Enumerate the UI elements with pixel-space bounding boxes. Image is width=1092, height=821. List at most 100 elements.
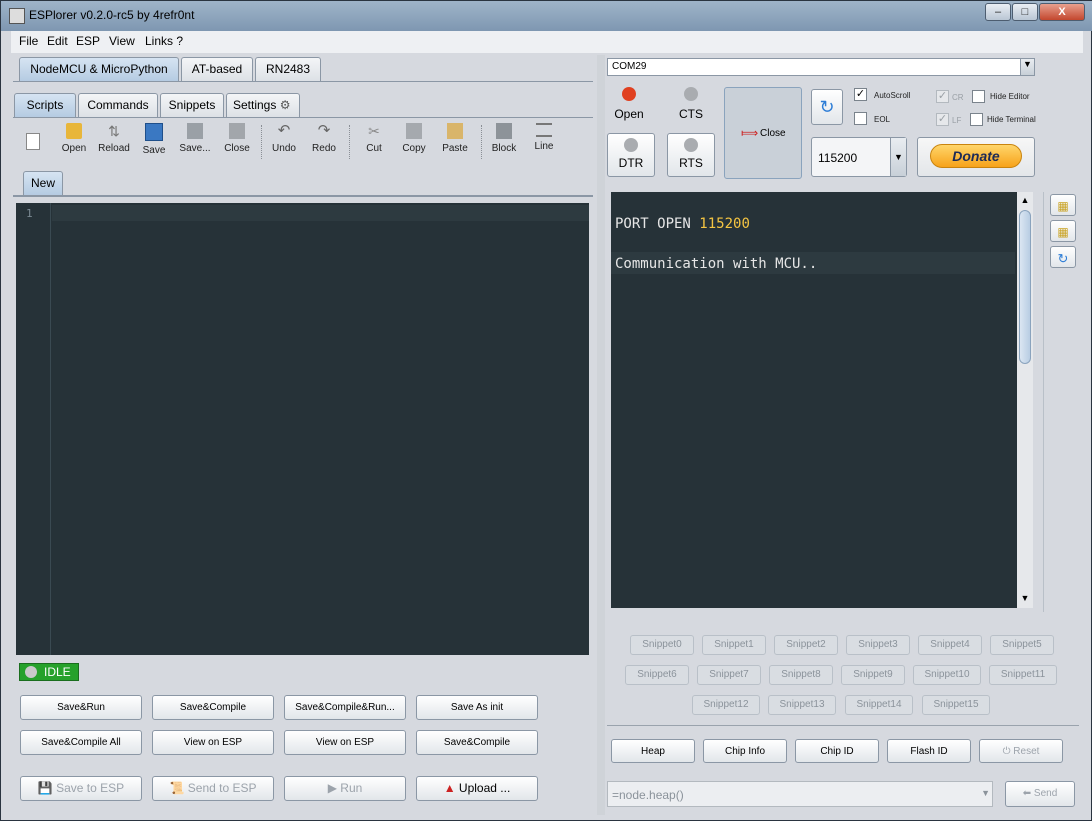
- snippet-button[interactable]: Snippet4: [918, 635, 982, 655]
- scrollbar-thumb[interactable]: [1019, 210, 1031, 364]
- clear-terminal-button[interactable]: ▦: [1050, 194, 1076, 216]
- snippet-button[interactable]: Snippet11: [989, 665, 1057, 685]
- eol-checkbox[interactable]: [854, 112, 867, 125]
- send-to-esp-button[interactable]: 📜 Send to ESP: [152, 776, 274, 801]
- cr-checkbox[interactable]: ✓: [936, 90, 949, 103]
- reset-button[interactable]: ⏻ Reset: [979, 739, 1063, 763]
- maximize-button[interactable]: □: [1012, 3, 1038, 21]
- snippet-button[interactable]: Snippet14: [845, 695, 913, 715]
- minimize-button[interactable]: –: [985, 3, 1011, 21]
- view-on-esp-button[interactable]: View on ESP: [152, 730, 274, 755]
- save-to-esp-button[interactable]: 💾 Save to ESP: [20, 776, 142, 801]
- snippet-button[interactable]: Snippet7: [697, 665, 761, 685]
- terminal-scrollbar[interactable]: ▲ ▼: [1017, 192, 1033, 608]
- tab-nodemcu[interactable]: NodeMCU & MicroPython: [19, 57, 179, 81]
- autoscroll-label: AutoScroll: [874, 91, 911, 100]
- save-button[interactable]: Save: [137, 123, 171, 156]
- open-label: Open: [61, 143, 87, 154]
- port-select[interactable]: COM29 ▼: [607, 58, 1035, 76]
- snippet-button[interactable]: Snippet12: [692, 695, 760, 715]
- tab-snippets[interactable]: Snippets: [160, 93, 224, 117]
- close-port-label: Close: [760, 128, 786, 139]
- save-run-button[interactable]: Save&Run: [20, 695, 142, 720]
- autoscroll-checkbox[interactable]: ✓: [854, 88, 867, 101]
- redo-button[interactable]: ↷ Redo: [307, 123, 341, 155]
- disconnect-icon: ⟾: [741, 126, 759, 140]
- toolbar-separator: [481, 125, 482, 159]
- save-as-button[interactable]: Save...: [175, 123, 215, 154]
- snippet-button[interactable]: Snippet13: [768, 695, 836, 715]
- close-window-button[interactable]: X: [1039, 3, 1085, 21]
- port-value: COM29: [612, 61, 647, 72]
- snippet-button[interactable]: Snippet1: [702, 635, 766, 655]
- file-tab-new[interactable]: New: [23, 171, 63, 195]
- snippet-button[interactable]: Snippet0: [630, 635, 694, 655]
- code-editor[interactable]: 1: [16, 203, 589, 655]
- copy-button[interactable]: Copy: [397, 123, 431, 154]
- hide-terminal-checkbox[interactable]: [970, 113, 983, 126]
- save-as-init-button[interactable]: Save As init: [416, 695, 538, 720]
- snippet-button[interactable]: Snippet6: [625, 665, 689, 685]
- terminal-output[interactable]: PORT OPEN 115200 Communication with MCU.…: [611, 192, 1033, 608]
- cut-button[interactable]: ✂ Cut: [357, 123, 391, 154]
- refresh-icon: ↻: [819, 97, 835, 117]
- menu-view[interactable]: View: [109, 34, 135, 48]
- menu-links[interactable]: Links ?: [145, 34, 183, 48]
- flash-id-button[interactable]: Flash ID: [887, 739, 971, 763]
- refresh-ports-button[interactable]: ↻: [811, 89, 843, 125]
- chip-id-button[interactable]: Chip ID: [795, 739, 879, 763]
- open-button[interactable]: Open: [57, 123, 91, 154]
- snippet-button[interactable]: Snippet5: [990, 635, 1054, 655]
- tab-scripts[interactable]: Scripts: [14, 93, 76, 117]
- open-indicator[interactable]: Open: [609, 87, 649, 123]
- snippet-button[interactable]: Snippet3: [846, 635, 910, 655]
- undo-button[interactable]: ↶ Undo: [267, 123, 301, 155]
- close-port-button[interactable]: ⟾ Close: [724, 87, 802, 179]
- snippet-button[interactable]: Snippet9: [841, 665, 905, 685]
- command-input[interactable]: =node.heap() ▼: [607, 781, 993, 807]
- tab-at-based[interactable]: AT-based: [181, 57, 253, 81]
- rts-button[interactable]: RTS: [667, 133, 715, 177]
- snippet-button[interactable]: Snippet2: [774, 635, 838, 655]
- scroll-down-icon[interactable]: ▼: [1017, 590, 1033, 606]
- snippet-button[interactable]: Snippet8: [769, 665, 833, 685]
- save-compile-all-button[interactable]: Save&Compile All: [20, 730, 142, 755]
- heap-button[interactable]: Heap: [611, 739, 695, 763]
- line-comment-button[interactable]: Line: [527, 123, 561, 152]
- lf-checkbox[interactable]: ✓: [936, 113, 949, 126]
- save-compile-button-2[interactable]: Save&Compile: [416, 730, 538, 755]
- tab-commands[interactable]: Commands: [78, 93, 158, 117]
- chevron-down-icon: ▼: [981, 788, 990, 798]
- hide-editor-checkbox[interactable]: [972, 90, 985, 103]
- paste-button[interactable]: Paste: [437, 123, 473, 154]
- snippet-button[interactable]: Snippet10: [913, 665, 981, 685]
- upload-button[interactable]: ▲ Upload ...: [416, 776, 538, 801]
- save-compile-button[interactable]: Save&Compile: [152, 695, 274, 720]
- menu-edit[interactable]: Edit: [47, 34, 68, 48]
- tab-rn2483[interactable]: RN2483: [255, 57, 321, 81]
- dtr-button[interactable]: DTR: [607, 133, 655, 177]
- baud-select[interactable]: 115200 ▼: [811, 137, 907, 177]
- current-line-highlight: [52, 205, 589, 221]
- chip-info-button[interactable]: Chip Info: [703, 739, 787, 763]
- view-on-esp-button-2[interactable]: View on ESP: [284, 730, 406, 755]
- open-label: Open: [614, 107, 644, 121]
- copy-terminal-button[interactable]: ▦: [1050, 220, 1076, 242]
- snippet-button[interactable]: Snippet15: [922, 695, 990, 715]
- upload-icon: ▲: [443, 781, 456, 795]
- tab-settings[interactable]: Settings ⚙: [226, 93, 300, 117]
- run-button[interactable]: ▶ Run: [284, 776, 406, 801]
- menu-file[interactable]: File: [19, 34, 38, 48]
- reload-button[interactable]: ⇅ Reload: [95, 123, 133, 154]
- send-button[interactable]: ⬅ Send: [1005, 781, 1075, 807]
- menu-esp[interactable]: ESP: [76, 34, 100, 48]
- reconnect-icon: ↻: [1057, 251, 1069, 266]
- save-compile-run-button[interactable]: Save&Compile&Run...: [284, 695, 406, 720]
- split-pane-divider[interactable]: [597, 55, 605, 815]
- new-file-button[interactable]: [25, 133, 41, 154]
- block-comment-button[interactable]: Block: [487, 123, 521, 154]
- reconnect-button[interactable]: ↻: [1050, 246, 1076, 268]
- close-file-button[interactable]: Close: [219, 123, 255, 154]
- donate-button[interactable]: Donate: [917, 137, 1035, 177]
- scroll-up-icon[interactable]: ▲: [1017, 192, 1033, 208]
